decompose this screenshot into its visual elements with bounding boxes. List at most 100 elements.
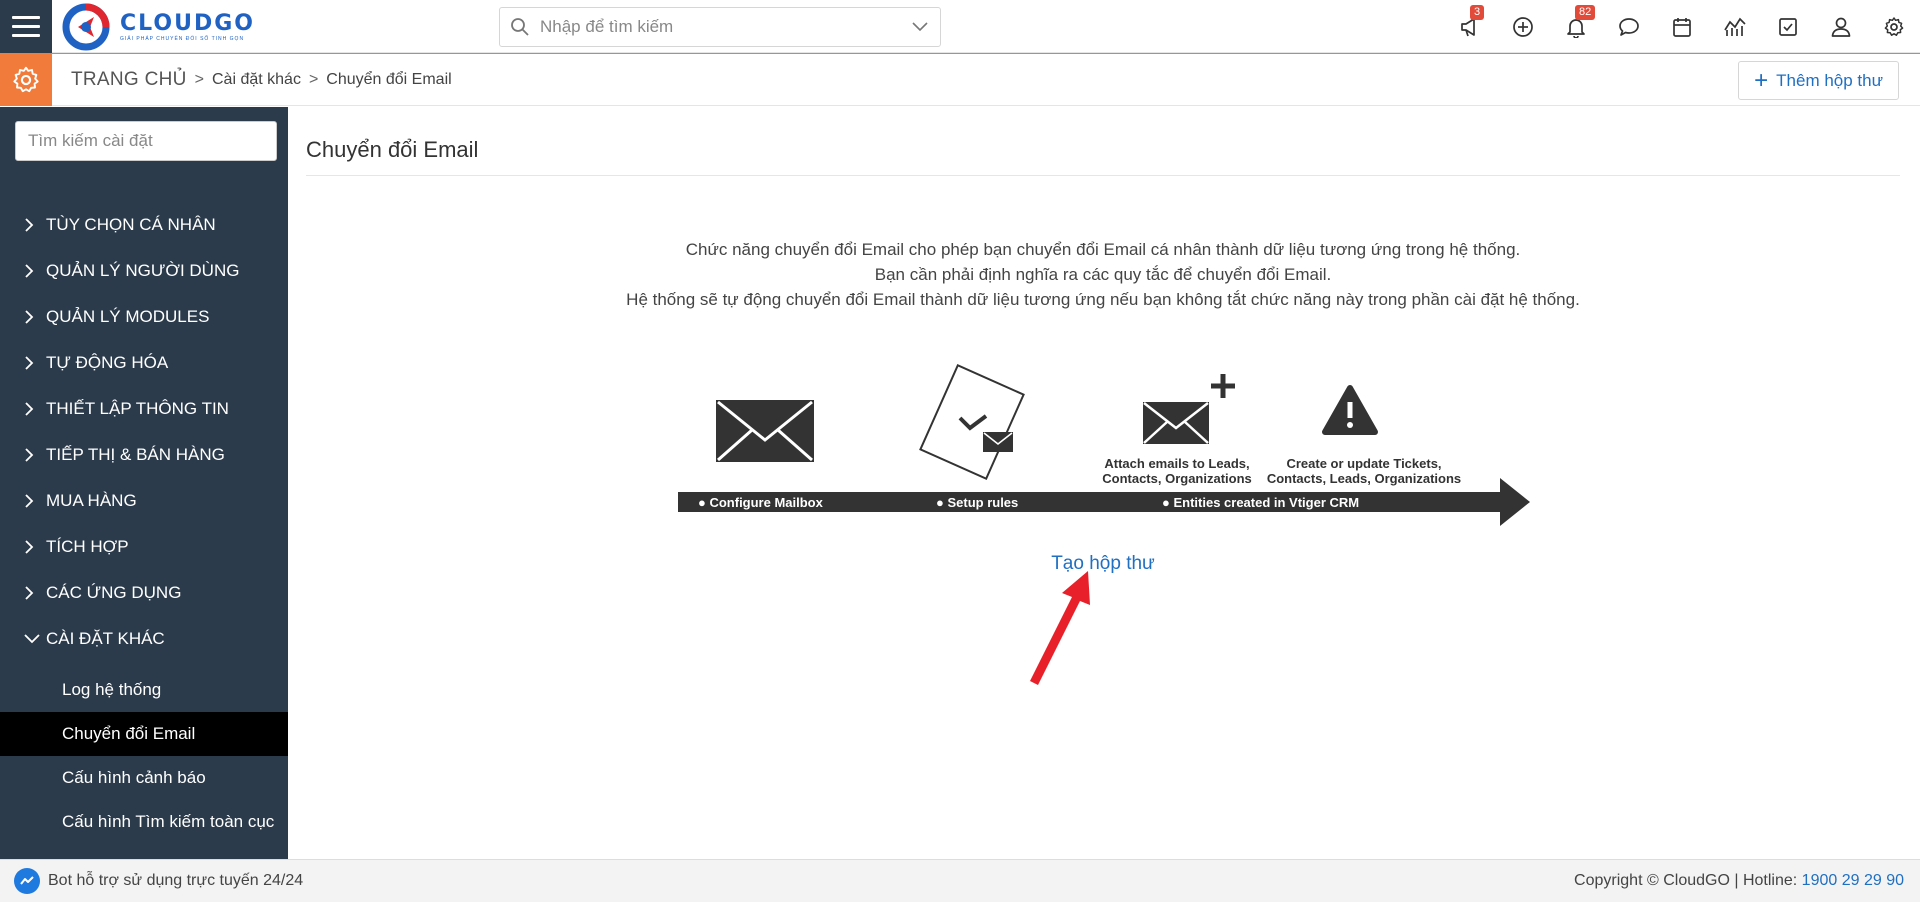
gear-icon bbox=[13, 66, 39, 93]
description: Chức năng chuyển đổi Email cho phép bạn … bbox=[306, 237, 1900, 312]
calendar-icon bbox=[1672, 17, 1691, 37]
sidebar-item-personal-preferences[interactable]: TÙY CHỌN CÁ NHÂN bbox=[0, 202, 288, 248]
sidebar-item-label: CÀI ĐẶT KHÁC bbox=[46, 629, 165, 648]
search-icon bbox=[500, 17, 540, 37]
profile-button[interactable] bbox=[1814, 0, 1867, 53]
envelope-icon bbox=[716, 400, 814, 462]
sidebar-subitem-email-converter[interactable]: Chuyển đổi Email bbox=[0, 712, 288, 756]
logo[interactable]: CLOUDGO GIẢI PHÁP CHUYỂN ĐỔI SỐ TINH GỌN bbox=[62, 2, 255, 52]
breadcrumb-current: Chuyển đổi Email bbox=[326, 71, 452, 88]
sidebar-item-label: TỰ ĐỘNG HÓA bbox=[46, 353, 169, 372]
chevron-right-icon bbox=[24, 355, 42, 371]
announcements-badge: 3 bbox=[1470, 5, 1485, 20]
sidebar-item-label: QUẢN LÝ MODULES bbox=[46, 307, 210, 326]
sidebar-subitem-global-search-config[interactable]: Cấu hình Tìm kiếm toàn cục bbox=[0, 800, 288, 844]
settings-section-icon bbox=[0, 54, 52, 106]
sidebar-item-applications[interactable]: CÁC ỨNG DỤNG bbox=[0, 570, 288, 616]
sidebar-item-label: TÙY CHỌN CÁ NHÂN bbox=[46, 215, 216, 234]
support-bot[interactable]: Bot hỗ trợ sử dụng trực tuyến 24/24 bbox=[14, 868, 303, 894]
support-bot-text: Bot hỗ trợ sử dụng trực tuyến 24/24 bbox=[48, 872, 304, 889]
settings-search[interactable] bbox=[15, 121, 277, 161]
reports-button[interactable] bbox=[1708, 0, 1761, 53]
sidebar-subitem-alert-config[interactable]: Cấu hình cảnh báo bbox=[0, 756, 288, 800]
tasks-button[interactable] bbox=[1761, 0, 1814, 53]
update-caption-line-1: Create or update Tickets, bbox=[1286, 456, 1441, 471]
settings-menu: TÙY CHỌN CÁ NHÂN QUẢN LÝ NGƯỜI DÙNG QUẢN… bbox=[0, 202, 288, 844]
chevron-right-icon: > bbox=[308, 71, 319, 88]
footer: Bot hỗ trợ sử dụng trực tuyến 24/24 Copy… bbox=[0, 859, 1920, 902]
hamburger-icon-line bbox=[12, 34, 40, 37]
hotline-label: Hotline: bbox=[1742, 872, 1798, 889]
chevron-right-icon bbox=[24, 447, 42, 463]
menu-toggle-button[interactable] bbox=[0, 0, 52, 53]
messenger-icon[interactable] bbox=[14, 868, 40, 894]
step-entities-created: ● Entities created in Vtiger CRM bbox=[1162, 495, 1359, 510]
breadcrumb: TRANG CHỦ > Cài đặt khác > Chuyển đổi Em… bbox=[71, 54, 452, 106]
settings-search-input[interactable] bbox=[28, 131, 264, 151]
sidebar-item-marketing-sales[interactable]: TIẾP THỊ & BÁN HÀNG bbox=[0, 432, 288, 478]
attach-caption-line-1: Attach emails to Leads, bbox=[1104, 456, 1249, 471]
main-content: Chuyển đổi Email Chức năng chuyển đổi Em… bbox=[306, 107, 1900, 859]
notifications-badge: 82 bbox=[1575, 5, 1596, 20]
create-mailbox-link[interactable]: Tạo hộp thư bbox=[306, 553, 1900, 575]
top-bar: CLOUDGO GIẢI PHÁP CHUYỂN ĐỔI SỐ TINH GỌN… bbox=[0, 0, 1920, 53]
mail-converter-illustration: Attach emails to Leads, Contacts, Organi… bbox=[678, 364, 1530, 526]
warning-icon bbox=[1322, 385, 1378, 435]
sidebar-item-label: CÁC ỨNG DỤNG bbox=[46, 583, 182, 602]
cloudgo-logo-icon bbox=[62, 3, 110, 51]
attach-email-icon bbox=[1143, 374, 1235, 444]
hotline-number-link[interactable]: 1900 29 29 90 bbox=[1802, 872, 1904, 889]
hamburger-icon-line bbox=[12, 25, 40, 28]
chevron-down-icon[interactable] bbox=[900, 22, 940, 32]
description-line: Bạn cần phải định nghĩa ra các quy tắc đ… bbox=[874, 265, 1332, 284]
sidebar-item-purchasing[interactable]: MUA HÀNG bbox=[0, 478, 288, 524]
description-line: Chức năng chuyển đổi Email cho phép bạn … bbox=[685, 240, 1521, 259]
top-icon-bar: 3 82 bbox=[1443, 0, 1920, 53]
divider bbox=[306, 175, 1900, 176]
sidebar-item-other-settings[interactable]: CÀI ĐẶT KHÁC bbox=[0, 616, 288, 662]
annotation-arrow-icon bbox=[1030, 571, 1090, 685]
calendar-button[interactable] bbox=[1655, 0, 1708, 53]
settings-sidebar: TÙY CHỌN CÁ NHÂN QUẢN LÝ NGƯỜI DÙNG QUẢN… bbox=[0, 107, 288, 859]
chevron-right-icon bbox=[24, 401, 42, 417]
checkbox-icon bbox=[1778, 17, 1797, 36]
chevron-right-icon bbox=[24, 539, 42, 555]
rule-checklist-icon bbox=[919, 364, 1025, 480]
global-search-input[interactable] bbox=[540, 17, 900, 37]
attach-caption-line-2: Contacts, Organizations bbox=[1102, 471, 1252, 486]
user-icon bbox=[1831, 17, 1850, 37]
copyright-text: Copyright © CloudGO bbox=[1574, 872, 1730, 889]
chevron-right-icon bbox=[24, 309, 42, 325]
plus-icon: + bbox=[1754, 66, 1769, 94]
plus-circle-icon bbox=[1512, 16, 1533, 37]
sidebar-item-module-management[interactable]: QUẢN LÝ MODULES bbox=[0, 294, 288, 340]
sidebar-item-information-setup[interactable]: THIẾT LẬP THÔNG TIN bbox=[0, 386, 288, 432]
chart-icon bbox=[1723, 17, 1746, 36]
update-caption-line-2: Contacts, Leads, Organizations bbox=[1267, 471, 1461, 486]
chevron-right-icon: > bbox=[194, 71, 204, 88]
sidebar-item-label: TÍCH HỢP bbox=[46, 537, 129, 556]
add-mailbox-button[interactable]: + Thêm hộp thư bbox=[1738, 61, 1899, 100]
quick-create-button[interactable] bbox=[1496, 0, 1549, 53]
announcements-button[interactable]: 3 bbox=[1443, 0, 1496, 53]
sidebar-subitem-system-log[interactable]: Log hệ thống bbox=[0, 668, 288, 712]
chevron-down-icon bbox=[24, 634, 42, 644]
sidebar-item-user-management[interactable]: QUẢN LÝ NGƯỜI DÙNG bbox=[0, 248, 288, 294]
notifications-button[interactable]: 82 bbox=[1549, 0, 1602, 53]
sidebar-item-automation[interactable]: TỰ ĐỘNG HÓA bbox=[0, 340, 288, 386]
breadcrumb-home-link[interactable]: TRANG CHỦ bbox=[71, 69, 187, 91]
page-title: Chuyển đổi Email bbox=[306, 137, 479, 162]
settings-icon bbox=[1884, 16, 1903, 36]
sidebar-item-label: MUA HÀNG bbox=[46, 491, 137, 510]
step-configure-mailbox: ● Configure Mailbox bbox=[698, 495, 824, 510]
settings-button[interactable] bbox=[1867, 0, 1920, 53]
description-line: Hệ thống sẽ tự động chuyển đổi Email thà… bbox=[626, 290, 1580, 309]
sidebar-item-integration[interactable]: TÍCH HỢP bbox=[0, 524, 288, 570]
chat-button[interactable] bbox=[1602, 0, 1655, 53]
chevron-right-icon bbox=[24, 585, 42, 601]
brand-tagline: GIẢI PHÁP CHUYỂN ĐỔI SỐ TINH GỌN bbox=[120, 36, 245, 42]
global-search[interactable] bbox=[499, 7, 941, 47]
footer-divider: | bbox=[1734, 872, 1739, 889]
breadcrumb-other-settings-link[interactable]: Cài đặt khác bbox=[212, 71, 301, 89]
chevron-right-icon bbox=[24, 263, 42, 279]
